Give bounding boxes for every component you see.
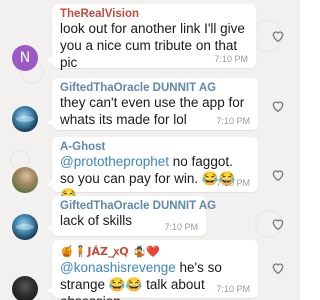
message-item: GiftedThaOracle DUNNIT AG lack of skills…: [0, 196, 300, 240]
message-item: N TheRealVision look out for another lin…: [0, 0, 300, 85]
mention-link[interactable]: @konashisrevenge: [60, 260, 176, 275]
message-bubble[interactable]: GiftedThaOracle DUNNIT AG they can't eve…: [46, 78, 258, 130]
avatar[interactable]: [12, 106, 38, 132]
message-time: 7:10 PM: [216, 116, 250, 126]
message-time: 7:10 PM: [164, 222, 198, 232]
heart-outline-icon[interactable]: [270, 216, 286, 232]
message-time: 7:10 PM: [214, 54, 248, 64]
mention-link[interactable]: @prototheprophet: [60, 154, 169, 169]
message-bubble[interactable]: A-Ghost @prototheprophet no faggot. so y…: [46, 137, 258, 203]
sender-name[interactable]: GiftedThaOracle DUNNIT AG: [60, 82, 250, 94]
avatar[interactable]: [12, 276, 38, 300]
heart-outline-icon[interactable]: [270, 28, 286, 44]
message-time: 7:10 PM: [216, 178, 250, 188]
sender-name[interactable]: 🍯🧍JÁZ_ꭗQ 🤹❤️: [60, 244, 250, 259]
avatar[interactable]: [12, 167, 38, 193]
message-time: 7:10 PM: [216, 284, 250, 294]
message-bubble[interactable]: TheRealVision look out for another link …: [46, 4, 256, 70]
heart-outline-icon[interactable]: [270, 98, 286, 114]
message-item: 🍯🧍JÁZ_ꭗQ 🤹❤️ @konashisrevenge he's so st…: [0, 240, 300, 300]
avatar[interactable]: [12, 214, 38, 240]
sender-name[interactable]: TheRealVision: [60, 8, 248, 20]
sender-name[interactable]: GiftedThaOracle DUNNIT AG: [60, 200, 216, 212]
message-item: A-Ghost @prototheprophet no faggot. so y…: [0, 137, 300, 203]
message-bubble[interactable]: GiftedThaOracle DUNNIT AG lack of skills…: [46, 196, 216, 236]
heart-outline-icon[interactable]: [270, 260, 286, 276]
heart-outline-icon[interactable]: [270, 167, 286, 183]
message-item: GiftedThaOracle DUNNIT AG they can't eve…: [0, 78, 300, 134]
message-bubble[interactable]: 🍯🧍JÁZ_ꭗQ 🤹❤️ @konashisrevenge he's so st…: [46, 240, 258, 300]
chat-view: N TheRealVision look out for another lin…: [0, 0, 300, 300]
sender-name[interactable]: A-Ghost: [60, 141, 250, 153]
avatar[interactable]: N: [12, 45, 38, 71]
